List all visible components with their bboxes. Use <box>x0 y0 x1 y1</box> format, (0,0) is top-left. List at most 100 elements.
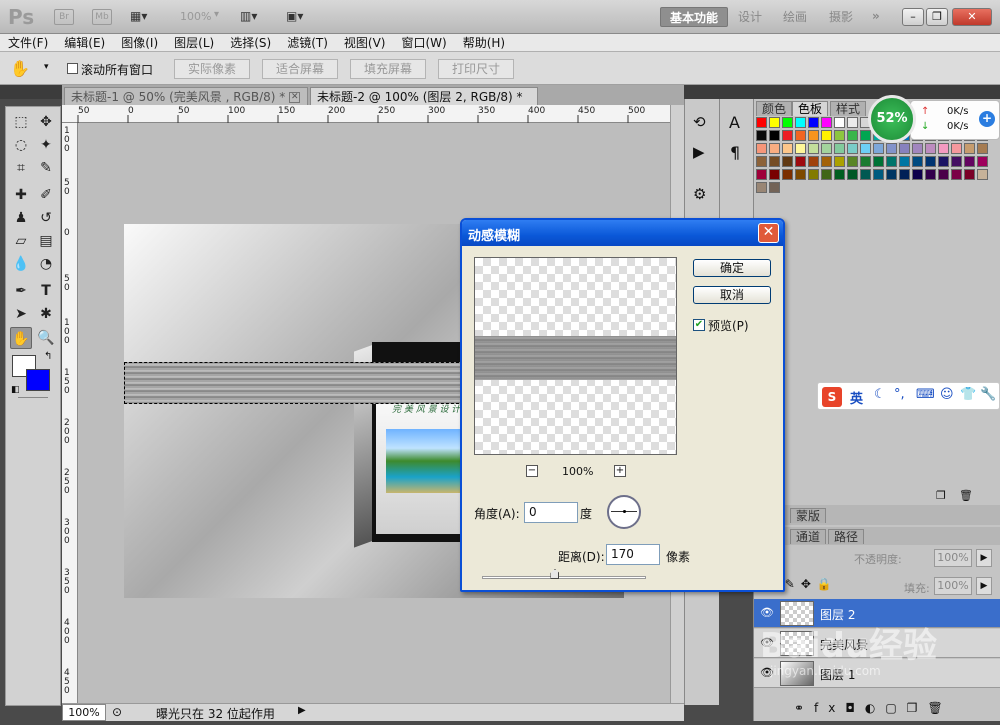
color-swatch[interactable] <box>951 169 962 180</box>
color-swatch[interactable] <box>834 117 845 128</box>
color-swatch[interactable] <box>795 156 806 167</box>
skin-icon[interactable]: 👕 <box>960 387 976 402</box>
color-swatch[interactable] <box>860 143 871 154</box>
color-swatch[interactable] <box>873 143 884 154</box>
color-swatch[interactable] <box>769 169 780 180</box>
background-color-swatch[interactable] <box>26 369 50 391</box>
history-brush-tool-icon[interactable]: ↺ <box>35 207 57 229</box>
panel-dock-header[interactable] <box>684 85 1000 99</box>
workspace-design[interactable]: 设计 <box>729 7 771 27</box>
color-swatch[interactable] <box>834 130 845 141</box>
ok-button[interactable]: 确定 <box>693 259 771 277</box>
arrange-documents-icon[interactable]: ▥▾ <box>240 9 270 23</box>
color-swatch[interactable] <box>782 143 793 154</box>
color-swatch[interactable] <box>873 156 884 167</box>
network-usage-ball[interactable]: 52% <box>868 95 916 143</box>
color-swatch[interactable] <box>977 156 988 167</box>
fill-field[interactable]: 100% <box>934 577 972 595</box>
color-swatch[interactable] <box>938 156 949 167</box>
double-chevron-right-icon[interactable]: » <box>872 9 880 23</box>
tools-panel-header[interactable] <box>0 85 62 99</box>
preview-checkbox[interactable]: ✔ <box>693 319 705 331</box>
punctuation-icon[interactable]: °, <box>894 387 905 402</box>
color-swatch[interactable] <box>769 156 780 167</box>
color-swatch[interactable] <box>925 143 936 154</box>
color-swatch[interactable] <box>847 156 858 167</box>
color-swatch[interactable] <box>938 143 949 154</box>
marquee-tool-icon[interactable]: ⬚ <box>10 111 32 133</box>
color-swatch[interactable] <box>795 117 806 128</box>
menu-image[interactable]: 图像(I) <box>113 34 166 52</box>
tab-swatches[interactable]: 色板 <box>792 101 829 116</box>
motion-blur-selection[interactable] <box>124 362 464 404</box>
close-window-button[interactable]: ✕ <box>952 8 992 26</box>
close-tab-icon[interactable]: ✕ <box>289 92 301 103</box>
paragraph-panel-icon[interactable]: ¶ <box>730 143 740 162</box>
color-swatch[interactable] <box>964 169 975 180</box>
color-swatch[interactable] <box>977 169 988 180</box>
color-swatch[interactable] <box>769 117 780 128</box>
zoom-in-button[interactable]: + <box>614 465 626 477</box>
gradient-tool-icon[interactable]: ▤ <box>35 230 57 252</box>
color-swatch[interactable] <box>821 130 832 141</box>
color-swatch[interactable] <box>821 169 832 180</box>
color-swatch[interactable] <box>756 169 767 180</box>
color-swatch[interactable] <box>886 143 897 154</box>
zoom-out-button[interactable]: − <box>526 465 538 477</box>
color-swatch[interactable] <box>808 117 819 128</box>
distance-slider-track[interactable] <box>482 576 646 579</box>
scroll-all-windows-checkbox[interactable] <box>67 63 78 74</box>
actual-pixels-button[interactable]: 实际像素 <box>174 59 250 79</box>
color-swatch[interactable] <box>977 143 988 154</box>
color-swatch[interactable] <box>938 169 949 180</box>
dialog-close-button[interactable]: ✕ <box>758 223 779 243</box>
color-swatch[interactable] <box>912 143 923 154</box>
character-panel-icon[interactable]: A <box>729 113 740 132</box>
menu-filter[interactable]: 滤镜(T) <box>279 34 336 52</box>
menu-layer[interactable]: 图层(L) <box>166 34 222 52</box>
color-swatch[interactable] <box>860 130 871 141</box>
tab-styles[interactable]: 样式 <box>830 101 867 116</box>
color-swatch[interactable] <box>769 130 780 141</box>
color-swatch[interactable] <box>873 169 884 180</box>
tab-color[interactable]: 颜色 <box>756 101 793 116</box>
crop-tool-icon[interactable]: ⌗ <box>10 157 32 179</box>
color-swatch[interactable] <box>795 169 806 180</box>
color-swatch[interactable] <box>782 130 793 141</box>
angle-dial[interactable] <box>607 495 641 529</box>
color-swatch[interactable] <box>821 117 832 128</box>
color-swatch[interactable] <box>756 182 767 193</box>
view-extras-icon[interactable]: ▦▾ <box>130 9 158 25</box>
tab-masks[interactable]: 蒙版 <box>790 508 827 523</box>
zoom-level[interactable]: 100% <box>180 10 211 23</box>
dodge-tool-icon[interactable]: ◔ <box>35 253 57 275</box>
actions-panel-icon[interactable]: ▶ <box>693 143 705 161</box>
ime-language[interactable]: 英 <box>850 388 863 407</box>
color-swatch[interactable] <box>925 156 936 167</box>
clone-stamp-tool-icon[interactable]: ♟ <box>10 207 32 229</box>
menu-select[interactable]: 选择(S) <box>222 34 279 52</box>
menu-window[interactable]: 窗口(W) <box>393 34 454 52</box>
eraser-tool-icon[interactable]: ▱ <box>10 230 32 252</box>
angle-input[interactable]: 0 <box>524 502 578 523</box>
screen-mode-icon[interactable]: ▣▾ <box>286 9 316 23</box>
color-swatch[interactable] <box>899 169 910 180</box>
adjustments-panel-icon[interactable]: ⚙ <box>693 185 706 203</box>
menu-help[interactable]: 帮助(H) <box>455 34 513 52</box>
status-info-icon[interactable]: ⊙ <box>112 705 122 719</box>
filter-preview[interactable] <box>474 257 677 455</box>
new-swatch-icon[interactable]: ❐ <box>936 489 946 502</box>
restore-button[interactable]: ❐ <box>926 8 948 26</box>
opacity-arrow-icon[interactable]: ▶ <box>976 549 992 567</box>
print-size-button[interactable]: 打印尺寸 <box>438 59 514 79</box>
color-swatch[interactable] <box>808 156 819 167</box>
hand-tool-icon[interactable]: ✋ <box>10 59 30 78</box>
color-swatch[interactable] <box>808 169 819 180</box>
workspace-painting[interactable]: 绘画 <box>774 7 816 27</box>
tab-paths[interactable]: 路径 <box>828 529 865 544</box>
color-swatch[interactable] <box>769 182 780 193</box>
tab-document-1[interactable]: 未标题-1 @ 50% (完美风景 , RGB/8) * ✕ <box>64 87 308 105</box>
delete-swatch-icon[interactable]: 🗑 <box>959 489 973 502</box>
color-swatch[interactable] <box>886 156 897 167</box>
menu-file[interactable]: 文件(F) <box>0 34 56 52</box>
